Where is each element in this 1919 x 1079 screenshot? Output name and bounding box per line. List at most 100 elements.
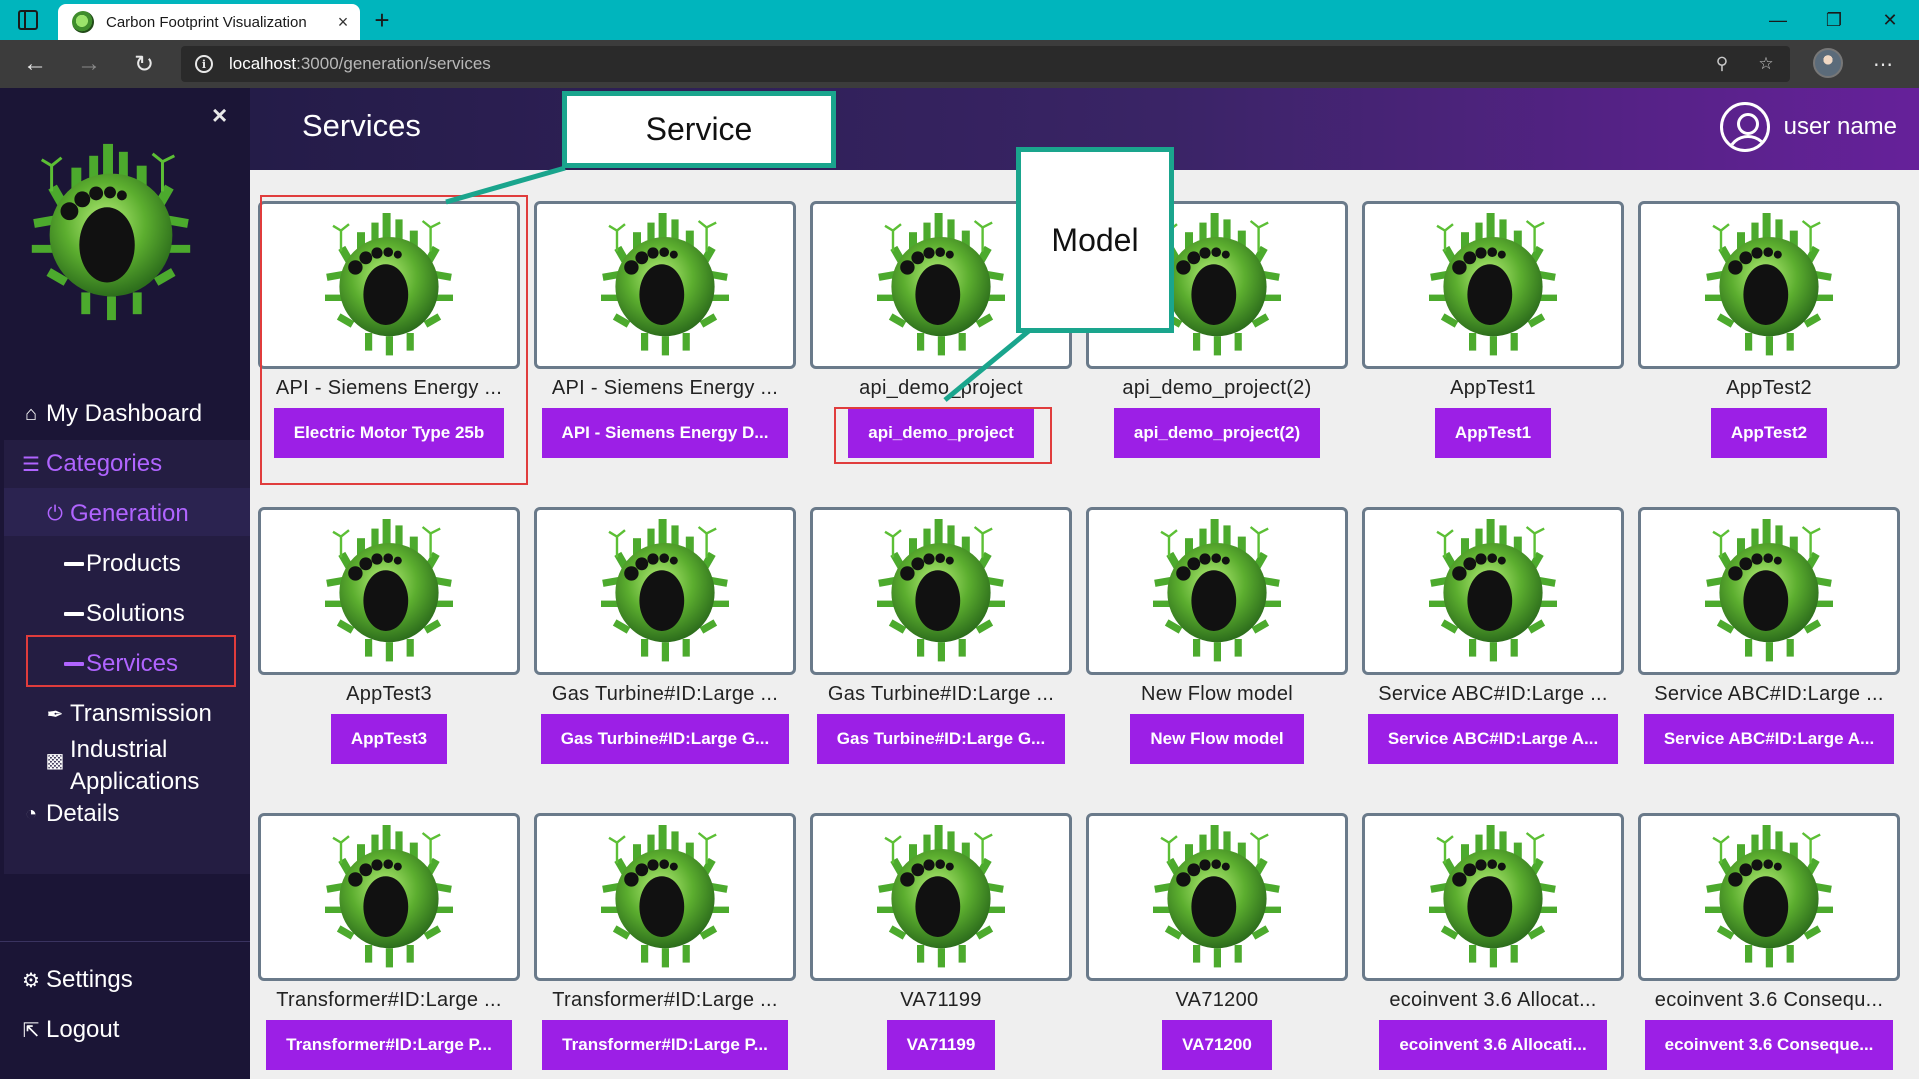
sidebar-item-label: Settings <box>46 966 133 993</box>
eco-footprint-logo <box>580 817 750 977</box>
new-tab-button[interactable]: + <box>366 4 398 36</box>
key-icon[interactable]: ⚲ <box>1709 52 1735 76</box>
service-card: AppTest1 AppTest1 <box>1362 201 1624 458</box>
sidebar-panel-icon[interactable] <box>18 10 38 30</box>
eco-footprint-logo <box>1132 817 1302 977</box>
model-button[interactable]: Transformer#ID:Large P... <box>266 1020 512 1070</box>
sidebar-item-categories[interactable]: ☰ Categories <box>18 450 162 478</box>
eco-footprint-logo <box>1132 511 1302 671</box>
minimize-button[interactable]: — <box>1750 0 1806 40</box>
model-button[interactable]: AppTest3 <box>330 714 448 764</box>
sidebar-item-products[interactable]: Products <box>64 550 181 578</box>
close-window-button[interactable]: ✕ <box>1862 0 1918 40</box>
sidebar-item-label-group: Industrial Applications <box>70 734 199 798</box>
tab-title: Carbon Footprint Visualization <box>106 13 307 31</box>
back-arrow-icon[interactable]: ← <box>18 48 52 80</box>
eco-footprint-logo <box>1408 205 1578 365</box>
service-thumbnail[interactable] <box>534 201 796 369</box>
sidebar-item-solutions[interactable]: Solutions <box>64 600 185 628</box>
browser-tab[interactable]: Carbon Footprint Visualization × <box>58 4 360 40</box>
eco-footprint-logo <box>1684 817 1854 977</box>
address-bar[interactable]: i localhost:3000/generation/services ⚲ ☆ <box>181 46 1790 82</box>
plug-icon: ✒ <box>46 703 64 726</box>
service-thumbnail[interactable] <box>1362 201 1624 369</box>
service-thumbnail[interactable] <box>1638 201 1900 369</box>
list-icon: ☰ <box>22 453 40 476</box>
eco-footprint-logo <box>1408 817 1578 977</box>
user-avatar-icon <box>1719 102 1770 152</box>
model-button[interactable]: ecoinvent 3.6 Allocati... <box>1379 1020 1607 1070</box>
service-thumbnail[interactable] <box>1362 813 1624 981</box>
model-button[interactable]: api_demo_project(2) <box>1113 408 1321 458</box>
service-thumbnail[interactable] <box>534 507 796 675</box>
service-thumbnail[interactable] <box>1638 507 1900 675</box>
service-thumbnail[interactable] <box>1086 507 1348 675</box>
service-name: Gas Turbine#ID:Large ... <box>827 683 1055 705</box>
service-thumbnail[interactable] <box>258 813 520 981</box>
service-name: Service ABC#ID:Large ... <box>1654 683 1884 705</box>
eco-footprint-logo <box>304 817 474 977</box>
model-button[interactable]: Gas Turbine#ID:Large G... <box>540 714 790 764</box>
service-thumbnail[interactable] <box>258 507 520 675</box>
service-card: AppTest2 AppTest2 <box>1638 201 1900 458</box>
restore-button[interactable]: ❐ <box>1806 0 1862 40</box>
service-thumbnail[interactable] <box>534 813 796 981</box>
reload-icon[interactable]: ↻ <box>127 48 161 80</box>
sidebar-item-label: My Dashboard <box>46 400 203 427</box>
model-button[interactable]: AppTest2 <box>1710 408 1828 458</box>
service-name: ecoinvent 3.6 Allocat... <box>1389 989 1597 1011</box>
eco-footprint-logo <box>580 205 750 365</box>
sidebar-item-logout[interactable]: ⇱ Logout <box>18 1016 120 1044</box>
power-icon: ⏻ <box>47 502 63 525</box>
service-name: AppTest3 <box>346 683 432 705</box>
sidebar-item-label: Products <box>86 550 181 577</box>
model-button[interactable]: AppTest1 <box>1434 408 1552 458</box>
model-highlight-box <box>834 407 1052 464</box>
forward-arrow-icon[interactable]: → <box>72 48 106 80</box>
model-button[interactable]: API - Siemens Energy D... <box>541 408 789 458</box>
service-name: AppTest2 <box>1726 377 1812 399</box>
model-button[interactable]: VA71199 <box>886 1020 996 1070</box>
logout-icon: ⇱ <box>22 1019 40 1042</box>
service-thumbnail[interactable] <box>810 507 1072 675</box>
model-button[interactable]: Service ABC#ID:Large A... <box>1367 714 1619 764</box>
eco-footprint-logo <box>304 511 474 671</box>
favorites-star-icon[interactable]: ☆ <box>1753 52 1779 76</box>
url-host: localhost <box>229 54 297 73</box>
model-button[interactable]: New Flow model <box>1130 714 1304 764</box>
service-name: Transformer#ID:Large ... <box>276 989 502 1011</box>
service-card: Gas Turbine#ID:Large ... Gas Turbine#ID:L… <box>810 507 1072 764</box>
browser-profile-avatar[interactable] <box>1813 48 1843 78</box>
sidebar-item-label: Generation <box>70 500 189 527</box>
dash-icon <box>64 612 84 616</box>
sidebar-item-dashboard[interactable]: ⌂ My Dashboard <box>18 400 202 428</box>
service-thumbnail[interactable] <box>1086 813 1348 981</box>
model-callout: Model <box>1016 147 1174 333</box>
model-button[interactable]: Transformer#ID:Large P... <box>542 1020 788 1070</box>
sidebar-item-details[interactable]: ◔ Details <box>18 800 119 828</box>
sidebar-item-settings[interactable]: ⚙ Settings <box>18 966 133 994</box>
model-button[interactable]: ecoinvent 3.6 Conseque... <box>1644 1020 1894 1070</box>
sidebar-item-generation[interactable]: ⏻ Generation <box>42 500 189 528</box>
service-card: VA71200 VA71200 <box>1086 813 1348 1070</box>
sidebar-close-icon[interactable]: × <box>212 100 227 131</box>
service-card: ecoinvent 3.6 Allocat... ecoinvent 3.6 Al… <box>1362 813 1624 1070</box>
user-menu[interactable]: user name <box>1719 102 1897 152</box>
model-button[interactable]: VA71200 <box>1162 1020 1272 1070</box>
sidebar-item-industrial[interactable]: ▩ Industrial Applications <box>42 734 200 798</box>
service-thumbnail[interactable] <box>1362 507 1624 675</box>
eco-footprint-logo <box>856 205 1026 365</box>
app-logo <box>12 128 210 338</box>
service-card: New Flow model New Flow model <box>1086 507 1348 764</box>
service-name: New Flow model <box>1140 683 1294 705</box>
model-button[interactable]: Service ABC#ID:Large A... <box>1643 714 1895 764</box>
service-thumbnail[interactable] <box>1638 813 1900 981</box>
more-menu-icon[interactable]: ⋯ <box>1866 48 1900 80</box>
site-info-icon[interactable]: i <box>195 55 213 73</box>
service-card: Service ABC#ID:Large ... Service ABC#ID:L… <box>1638 507 1900 764</box>
model-button[interactable]: Gas Turbine#ID:Large G... <box>816 714 1066 764</box>
tab-close-icon[interactable]: × <box>326 12 360 33</box>
user-name: user name <box>1783 113 1897 140</box>
service-thumbnail[interactable] <box>810 813 1072 981</box>
sidebar-item-transmission[interactable]: ✒ Transmission <box>42 700 212 728</box>
